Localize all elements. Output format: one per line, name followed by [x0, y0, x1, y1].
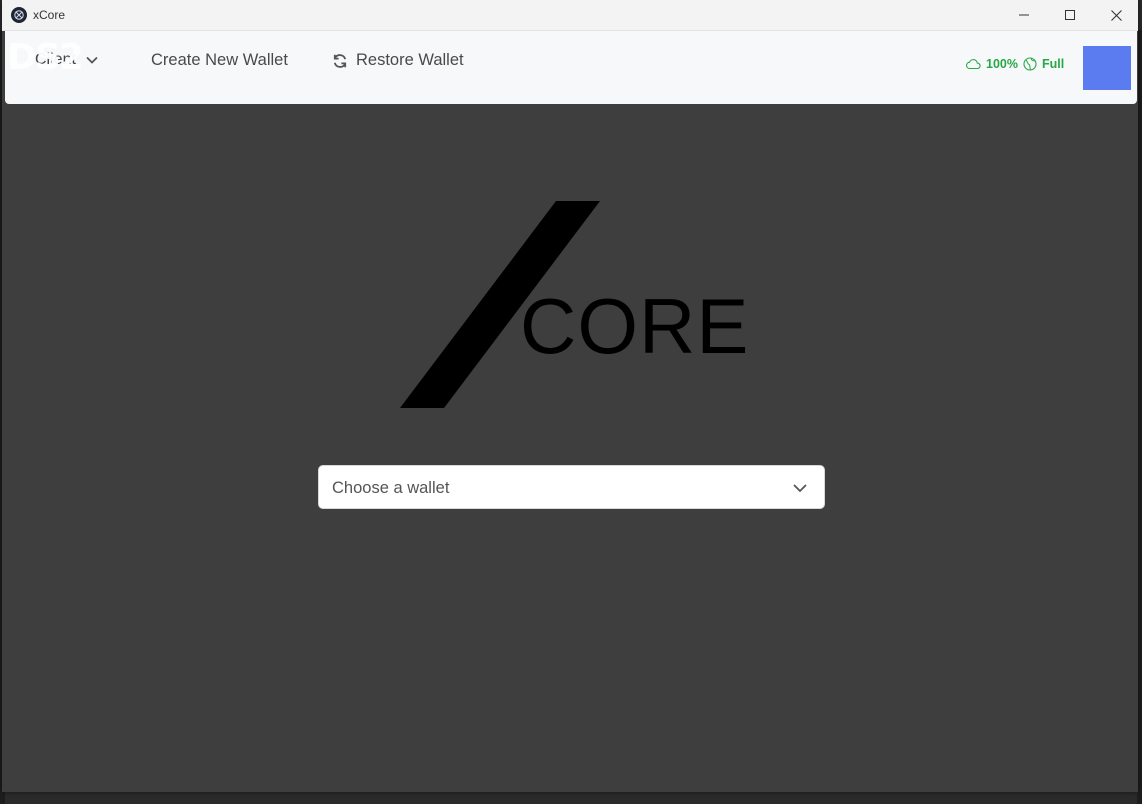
chevron-down-icon: [793, 484, 807, 493]
minimize-button[interactable]: [1001, 0, 1047, 30]
xcore-logo: CORE: [392, 195, 752, 415]
restore-wallet-link[interactable]: Restore Wallet: [332, 51, 464, 70]
maximize-icon: [1065, 10, 1075, 20]
top-navbar: Client DS2 Create New Wallet Restore Wal…: [5, 31, 1137, 104]
overlay-glyph: DS2: [7, 37, 84, 78]
app-logo-icon: [11, 7, 27, 23]
logo-core-text: CORE: [520, 282, 750, 370]
refresh-icon: [333, 53, 347, 68]
sync-percent: 100%: [986, 57, 1018, 71]
node-mode-status: Full: [1023, 57, 1064, 71]
window-title: xCore: [33, 8, 66, 22]
close-button[interactable]: [1093, 0, 1138, 30]
sync-status: 100%: [965, 57, 1018, 71]
close-icon: [1110, 9, 1122, 21]
wallet-select-placeholder: Choose a wallet: [332, 479, 450, 497]
app-window: xCore Client DS2 Create New Wallet Resto…: [2, 0, 1138, 792]
minimize-icon: [1019, 14, 1029, 16]
globe-icon: [1023, 57, 1037, 71]
account-avatar[interactable]: [1083, 46, 1131, 90]
cloud-icon: [966, 59, 981, 70]
title-bar[interactable]: xCore: [2, 0, 1138, 31]
wallet-select[interactable]: Choose a wallet: [318, 465, 825, 509]
create-wallet-link[interactable]: Create New Wallet: [151, 51, 288, 70]
node-mode-label: Full: [1042, 57, 1065, 71]
maximize-button[interactable]: [1047, 0, 1093, 30]
restore-wallet-label: Restore Wallet: [356, 51, 464, 69]
create-wallet-label: Create New Wallet: [151, 51, 288, 69]
chevron-down-icon: [86, 56, 98, 64]
